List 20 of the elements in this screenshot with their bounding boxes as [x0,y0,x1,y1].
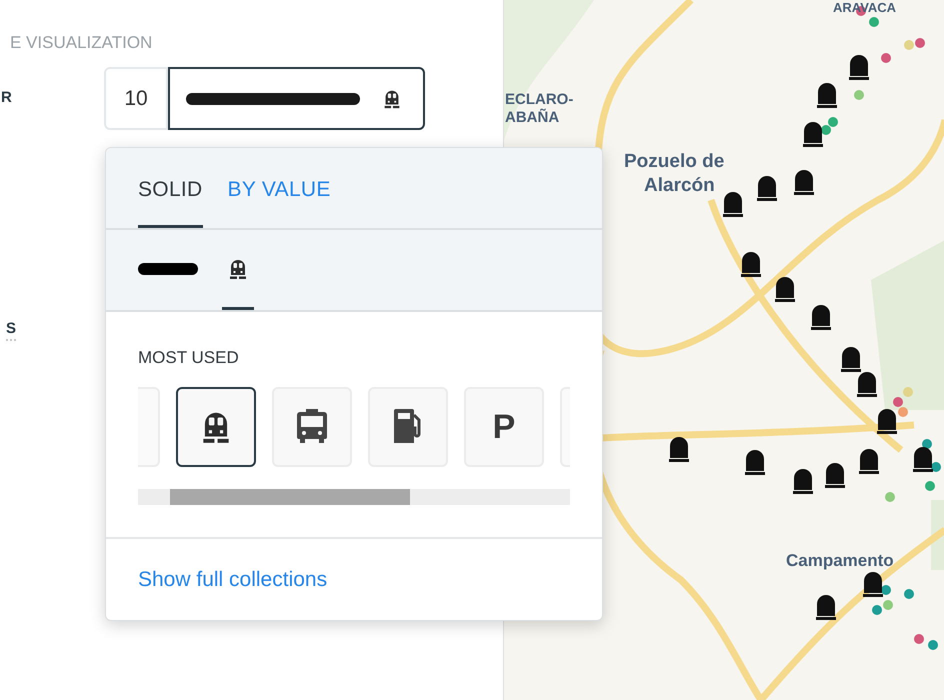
scrollbar-thumb[interactable] [170,489,410,505]
section-title: E VISUALIZATION [10,33,154,53]
map-place-label: Alarcón [644,176,715,195]
field-label: S [6,319,16,341]
size-input[interactable]: 10 [104,67,168,130]
map-place-label: Campamento [786,552,894,569]
icon-tile[interactable]: P [464,387,544,467]
section-label: MOST USED [138,348,240,368]
style-selector[interactable] [168,67,425,130]
bus-icon [296,409,328,445]
show-collections-link[interactable]: Show full collections [138,564,328,596]
map-place-label: ABAÑA [505,110,560,125]
parking-label: P [492,410,516,444]
line-style-icon [138,262,198,274]
line-style-icon [186,92,360,104]
map-place-label: Pozuelo de [624,152,724,171]
field-label: R [1,88,13,108]
icon-tile[interactable] [176,387,256,467]
map-place-label: ECLARO- [505,92,574,107]
map-place-label: ARAVACA [833,1,896,14]
